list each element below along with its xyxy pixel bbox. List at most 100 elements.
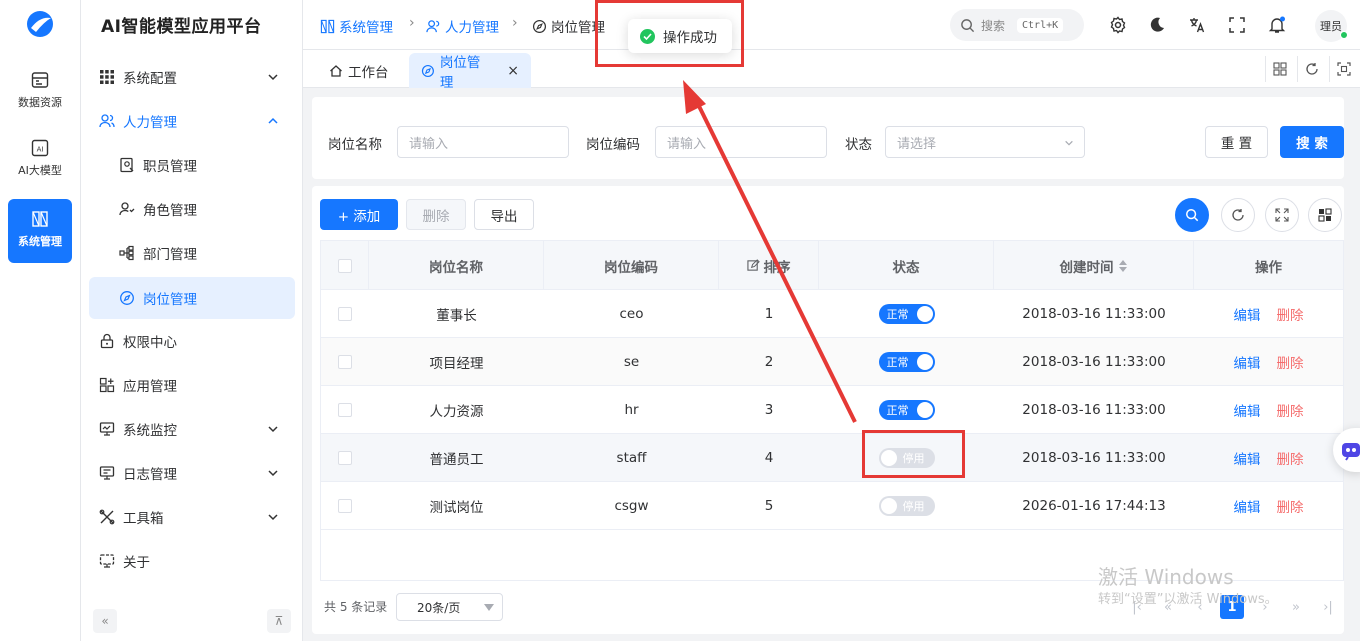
row-checkbox[interactable] bbox=[338, 498, 352, 513]
delete-link[interactable]: 删除 bbox=[1277, 496, 1304, 516]
row-checkbox[interactable] bbox=[338, 402, 352, 417]
tab-post-management[interactable]: 岗位管理 × bbox=[409, 53, 531, 91]
cell-actions: 编辑 删除 bbox=[1194, 338, 1343, 385]
sidebar-item-logs[interactable]: 日志管理 bbox=[89, 452, 295, 494]
sidebar-item-post[interactable]: 岗位管理 bbox=[89, 277, 295, 319]
status-switch[interactable]: 正常 bbox=[878, 303, 935, 324]
column-header-created[interactable]: 创建时间 bbox=[994, 241, 1194, 290]
breadcrumb-item-system[interactable]: 系统管理 bbox=[320, 16, 393, 36]
sort-icon[interactable] bbox=[1118, 259, 1128, 273]
column-header-sort[interactable]: 排序 bbox=[719, 241, 819, 290]
bell-icon[interactable] bbox=[1268, 16, 1286, 34]
delete-link[interactable]: 删除 bbox=[1277, 400, 1304, 420]
edit-link[interactable]: 编辑 bbox=[1234, 352, 1261, 372]
compass-icon bbox=[421, 64, 434, 77]
sidebar-item-system-config[interactable]: 系统配置 bbox=[89, 56, 295, 98]
rail-item-system[interactable]: 系统管理 bbox=[8, 199, 72, 263]
app-logo-icon[interactable] bbox=[24, 8, 56, 40]
rail-item-ai[interactable]: AI AI大模型 bbox=[8, 128, 72, 192]
table-row[interactable]: 人力资源 hr 3 正常 2018-03-16 11:33:00 编辑 删除 bbox=[321, 386, 1343, 434]
table-header: 岗位名称 岗位编码 排序 状态 创建时间 操作 bbox=[321, 241, 1343, 290]
status-switch[interactable]: 正常 bbox=[878, 399, 935, 420]
sidebar-item-role[interactable]: 角色管理 bbox=[89, 188, 295, 230]
refresh-table-button[interactable] bbox=[1221, 198, 1255, 232]
translate-icon[interactable] bbox=[1188, 16, 1206, 34]
global-search[interactable]: 搜索 Ctrl+K bbox=[950, 9, 1084, 41]
status-switch[interactable]: 正常 bbox=[878, 351, 935, 372]
moon-icon[interactable] bbox=[1148, 16, 1166, 34]
sidebar-item-apps[interactable]: 应用管理 bbox=[89, 364, 295, 406]
table-fullscreen-button[interactable] bbox=[1265, 198, 1299, 232]
sidebar-item-label: 岗位管理 bbox=[143, 292, 197, 308]
breadcrumb-separator: › bbox=[512, 15, 518, 31]
delete-link[interactable]: 删除 bbox=[1277, 304, 1304, 324]
edit-link[interactable]: 编辑 bbox=[1234, 304, 1261, 324]
layout-icon bbox=[1272, 62, 1287, 76]
column-header-label: 排序 bbox=[763, 259, 791, 276]
toggle-search-button[interactable] bbox=[1175, 198, 1209, 232]
pin-sidebar-button[interactable]: ⊼ bbox=[267, 609, 291, 633]
checkbox-cell bbox=[321, 290, 369, 337]
avatar[interactable]: 理员 bbox=[1315, 10, 1348, 42]
row-checkbox[interactable] bbox=[338, 450, 352, 465]
status-select[interactable]: 请选择 bbox=[885, 126, 1085, 158]
reset-button[interactable]: 重 置 bbox=[1205, 126, 1268, 158]
table-row[interactable]: 项目经理 se 2 正常 2018-03-16 11:33:00 编辑 删除 bbox=[321, 338, 1343, 386]
fullscreen-icon[interactable] bbox=[1228, 16, 1246, 34]
row-checkbox[interactable] bbox=[338, 306, 352, 321]
collapse-sidebar-button[interactable]: « bbox=[93, 609, 117, 633]
breadcrumb-label: 系统管理 bbox=[339, 20, 393, 36]
edit-icon bbox=[746, 259, 760, 271]
tools-icon bbox=[99, 509, 115, 525]
export-button[interactable]: 导出 bbox=[474, 199, 534, 230]
last-page-button[interactable]: ›| bbox=[1316, 595, 1340, 619]
tab-workbench[interactable]: 工作台 bbox=[317, 53, 401, 88]
close-icon[interactable]: × bbox=[507, 63, 519, 79]
search-button[interactable]: 搜 索 bbox=[1280, 126, 1344, 158]
tab-refresh-button[interactable] bbox=[1297, 56, 1325, 82]
page-size-select[interactable]: 20条/页 bbox=[396, 593, 503, 621]
columns-icon bbox=[1318, 208, 1332, 222]
delete-link[interactable]: 删除 bbox=[1277, 448, 1304, 468]
next-group-button[interactable]: » bbox=[1284, 595, 1308, 619]
annotation-highlight-switch bbox=[862, 430, 965, 478]
edit-link[interactable]: 编辑 bbox=[1234, 448, 1261, 468]
post-code-input[interactable]: 请输入 bbox=[655, 126, 827, 158]
sidebar-item-hr[interactable]: 人力管理 bbox=[89, 100, 295, 142]
tab-maximize-button[interactable] bbox=[1329, 56, 1357, 82]
select-all-checkbox[interactable] bbox=[337, 258, 352, 273]
table-row[interactable]: 董事长 ceo 1 正常 2018-03-16 11:33:00 编辑 删除 bbox=[321, 290, 1343, 338]
sidebar-item-permission[interactable]: 权限中心 bbox=[89, 320, 295, 362]
edit-link[interactable]: 编辑 bbox=[1234, 400, 1261, 420]
sidebar-item-label: 应用管理 bbox=[123, 379, 177, 395]
tab-layout-button[interactable] bbox=[1265, 56, 1293, 82]
edit-link[interactable]: 编辑 bbox=[1234, 496, 1261, 516]
delete-button[interactable]: 删除 bbox=[406, 199, 466, 230]
sidebar-item-label: 角色管理 bbox=[143, 203, 197, 219]
column-settings-button[interactable] bbox=[1308, 198, 1342, 232]
filter-code-label: 岗位编码 bbox=[586, 137, 640, 153]
cell-post-code: se bbox=[623, 353, 640, 370]
cell-post-name: 测试岗位 bbox=[429, 499, 484, 516]
checkbox-cell bbox=[321, 386, 369, 433]
rail-item-label: 系统管理 bbox=[18, 235, 62, 248]
table-row[interactable]: 测试岗位 csgw 5 停用 2026-01-16 17:44:13 编辑 删除 bbox=[321, 482, 1343, 530]
status-switch[interactable]: 停用 bbox=[878, 495, 935, 516]
settings-icon[interactable] bbox=[1109, 16, 1127, 34]
status-switch-label: 正常 bbox=[886, 355, 909, 369]
sidebar-item-monitor[interactable]: 系统监控 bbox=[89, 408, 295, 450]
chevron-down-icon bbox=[268, 514, 278, 521]
dept-icon bbox=[119, 245, 134, 261]
add-button[interactable]: + 添加 bbox=[320, 199, 398, 230]
rail-item-data[interactable]: 数据资源 bbox=[8, 60, 72, 124]
sidebar-item-about[interactable]: 关于 bbox=[89, 540, 295, 582]
table-row[interactable]: 普通员工 staff 4 停用 2018-03-16 11:33:00 编辑 删除 bbox=[321, 434, 1343, 482]
sidebar-item-tools[interactable]: 工具箱 bbox=[89, 496, 295, 538]
sidebar-item-staff[interactable]: 职员管理 bbox=[89, 144, 295, 186]
sidebar-item-dept[interactable]: 部门管理 bbox=[89, 232, 295, 274]
breadcrumb-item-hr[interactable]: 人力管理 bbox=[426, 16, 499, 36]
delete-link[interactable]: 删除 bbox=[1277, 352, 1304, 372]
monitor-icon bbox=[99, 422, 115, 436]
post-name-input[interactable]: 请输入 bbox=[397, 126, 569, 158]
row-checkbox[interactable] bbox=[338, 354, 352, 369]
